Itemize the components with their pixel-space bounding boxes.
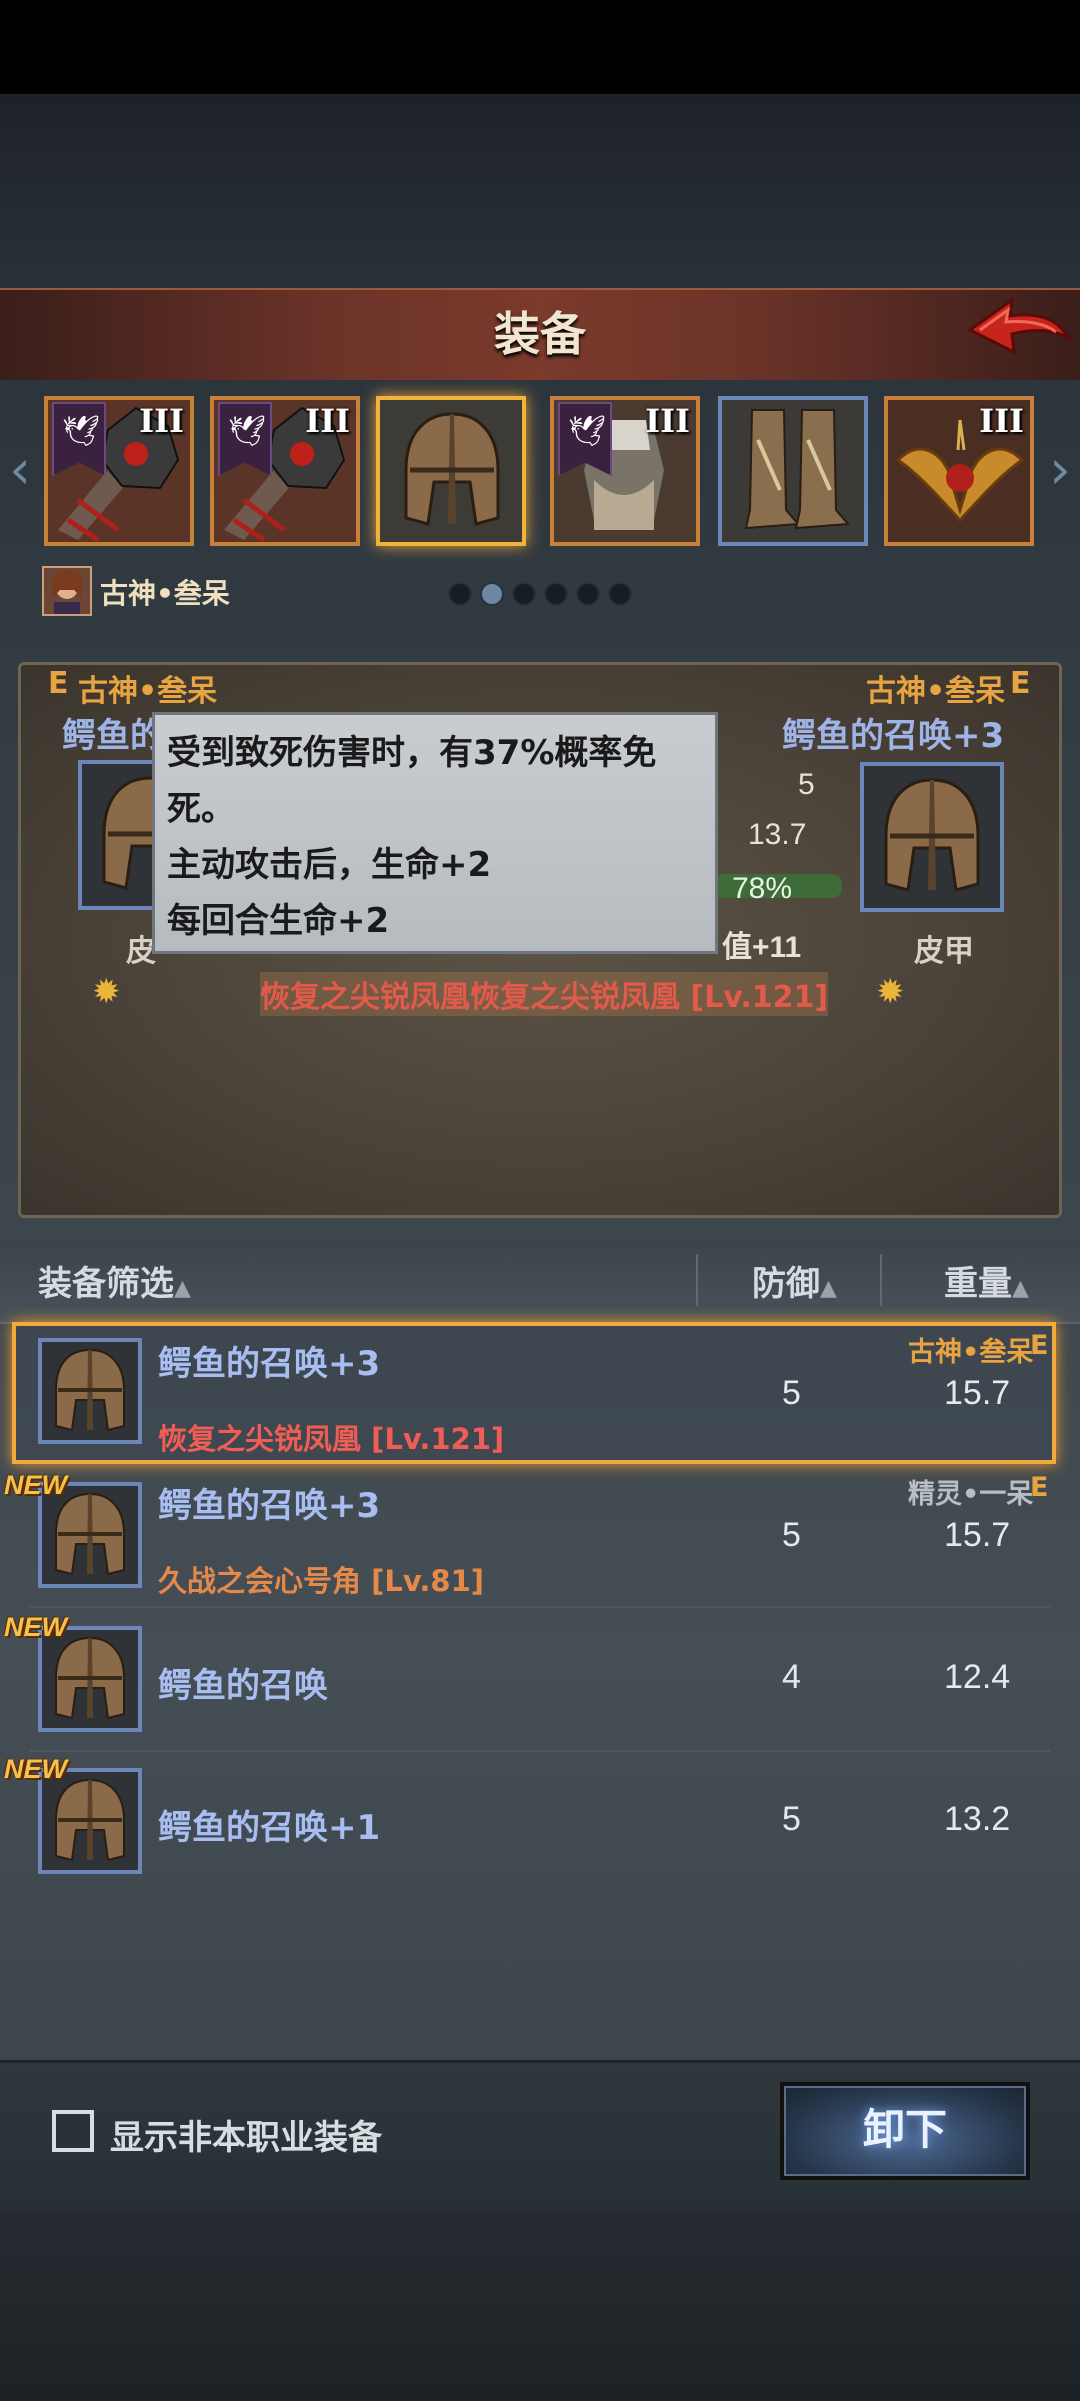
- equipment-slot-armor[interactable]: 🕊 III: [550, 396, 700, 546]
- status-bar: [0, 0, 1080, 94]
- equipment-slot-accessory[interactable]: III: [884, 396, 1034, 546]
- item-plus: +3: [328, 1486, 381, 1526]
- item-name: 鳄鱼的召唤+3: [158, 1344, 381, 1384]
- pager-dot[interactable]: [512, 582, 536, 606]
- tier-badge: III: [139, 402, 184, 440]
- show-other-class-label[interactable]: 显示非本职业装备: [110, 2110, 382, 2159]
- defense-sort-button[interactable]: 防御▲: [752, 1256, 837, 1305]
- unequip-button[interactable]: 卸下: [780, 2082, 1030, 2180]
- item-grade: E: [1030, 1472, 1049, 1503]
- weight-sort-button[interactable]: 重量▲: [944, 1256, 1029, 1305]
- item-defense: 4: [782, 1658, 801, 1696]
- item-weight: 15.7: [944, 1516, 1011, 1554]
- right-item-plus: +3: [952, 716, 1005, 756]
- left-item-name: 鳄鱼的: [62, 716, 164, 756]
- tooltip-line: 主动攻击后，生命+2: [167, 845, 492, 885]
- new-badge: NEW: [4, 1754, 67, 1784]
- page-title: 装备: [494, 307, 586, 361]
- left-gem-icon: ✹: [92, 972, 121, 1012]
- tier-badge: III: [305, 402, 350, 440]
- equipment-slot-weapon[interactable]: 🕊 III: [44, 396, 194, 546]
- item-weight: 12.4: [944, 1658, 1011, 1696]
- item-defense: 5: [782, 1516, 801, 1554]
- equipment-slot-helmet[interactable]: [376, 396, 526, 546]
- item-name[interactable]: 鳄鱼的召唤+3: [158, 1478, 380, 1527]
- row-divider: [30, 1750, 1050, 1752]
- item-weight: 15.7: [944, 1374, 1011, 1412]
- set-effect-label: 恢复之尖锐凤凰恢复之尖锐凤凰 [Lv.121]: [260, 972, 829, 1016]
- tooltip-line: 每回合生命+2: [167, 901, 390, 941]
- pager-dot[interactable]: [608, 582, 632, 606]
- item-effect: 恢复之尖锐凤凰 [Lv.121]: [158, 1422, 505, 1456]
- right-owner: 古神•叁呆: [866, 674, 1006, 709]
- carousel-left-arrow-icon[interactable]: ‹: [0, 440, 40, 500]
- left-owner: 古神•叁呆: [78, 674, 218, 709]
- item-owner: 精灵•一呆: [908, 1479, 1034, 1510]
- stat-percent: 78%: [732, 872, 793, 905]
- item-effect: 久战之会心号角 [Lv.81]: [158, 1564, 484, 1598]
- stat-weight: 13.7: [748, 818, 807, 851]
- new-badge: NEW: [4, 1470, 67, 1500]
- equipment-slot-boots[interactable]: [718, 396, 868, 546]
- header-divider: [880, 1254, 882, 1306]
- character-name: 古神•叁呆: [100, 577, 230, 610]
- item-plus: +3: [328, 1344, 381, 1384]
- tier-badge: III: [645, 402, 690, 440]
- character-avatar[interactable]: [42, 566, 92, 616]
- pager-dot-active[interactable]: [480, 582, 504, 606]
- pager-dot[interactable]: [544, 582, 568, 606]
- right-item-icon: [860, 762, 1004, 912]
- top-backdrop: [0, 94, 1080, 290]
- right-gem-icon: ✹: [876, 972, 905, 1012]
- stat-defense: 5: [798, 768, 815, 801]
- stat-value: 值+11: [722, 931, 802, 964]
- item-name[interactable]: 鳄鱼的召唤+1: [158, 1800, 380, 1849]
- tooltip-line: 死。: [167, 789, 235, 829]
- pager-dot[interactable]: [576, 582, 600, 606]
- helmet-icon: [38, 1338, 142, 1444]
- carousel-right-arrow-icon[interactable]: ›: [1040, 440, 1080, 500]
- tier-badge: III: [979, 402, 1024, 440]
- right-item-name: 鳄鱼的召唤+3: [782, 716, 1005, 756]
- equipment-slot-offhand[interactable]: 🕊 III: [210, 396, 360, 546]
- tooltip-line: 受到致死伤害时，有37%概率免: [167, 733, 657, 773]
- pager-dot[interactable]: [448, 582, 472, 606]
- left-grade: E: [48, 666, 69, 701]
- filter-sort-button[interactable]: 装备筛选▲: [38, 1256, 191, 1305]
- header-divider: [696, 1254, 698, 1306]
- bottom-backdrop: [0, 2210, 1080, 2401]
- row-divider: [30, 1606, 1050, 1608]
- right-item-type: 皮甲: [914, 934, 974, 969]
- item-plus: +1: [328, 1808, 381, 1848]
- item-weight: 13.2: [944, 1800, 1011, 1838]
- item-grade: E: [1030, 1330, 1049, 1361]
- item-owner: 古神•叁呆: [908, 1337, 1034, 1368]
- effect-tooltip: 受到致死伤害时，有37%概率免 死。 主动攻击后，生命+2 每回合生命+2: [152, 712, 718, 954]
- new-badge: NEW: [4, 1612, 67, 1642]
- item-defense: 5: [782, 1374, 801, 1412]
- item-name[interactable]: 鳄鱼的召唤: [158, 1658, 328, 1707]
- back-arrow-icon[interactable]: [966, 294, 1072, 368]
- item-defense: 5: [782, 1800, 801, 1838]
- show-other-class-checkbox[interactable]: [52, 2110, 94, 2152]
- right-grade: E: [1010, 666, 1031, 701]
